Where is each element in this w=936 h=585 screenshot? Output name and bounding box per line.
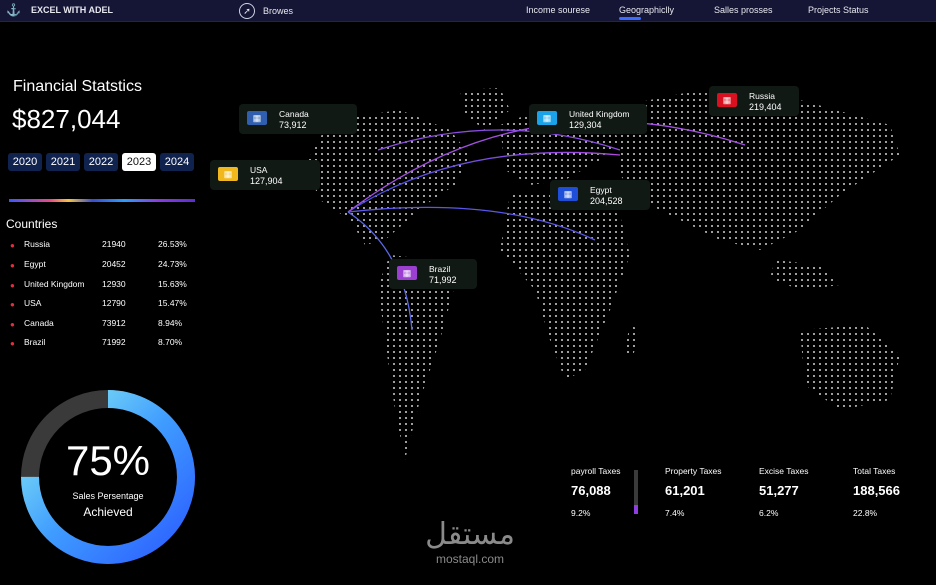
continent-africa — [500, 190, 630, 380]
tax-percent: 9.2% — [571, 508, 591, 518]
tax-label: payroll Taxes — [571, 466, 621, 476]
map-card-canada[interactable]: ▦ Canada 73,912 — [239, 104, 357, 134]
year-2020[interactable]: 2020 — [8, 153, 42, 171]
browse-button[interactable]: ➚ Browes — [239, 3, 293, 19]
bullet-icon: ● — [10, 320, 15, 329]
card-country: Brazil — [429, 264, 451, 274]
watermark-arabic: مستقل — [425, 517, 515, 552]
country-value: 71992 — [102, 337, 126, 347]
country-name: Egypt — [24, 259, 46, 269]
country-name: Canada — [24, 318, 54, 328]
building-icon: ▦ — [247, 111, 267, 125]
building-icon: ▦ — [558, 187, 578, 201]
country-name: Brazil — [24, 337, 46, 347]
map-card-brazil[interactable]: ▦ Brazil 71,992 — [389, 259, 477, 289]
card-value: 219,404 — [749, 102, 782, 112]
year-2021[interactable]: 2021 — [46, 153, 80, 171]
tax-value: 61,201 — [665, 483, 705, 498]
tax-percent: 6.2% — [759, 508, 779, 518]
tax-value: 188,566 — [853, 483, 900, 498]
anchor-icon: ⚓ — [6, 3, 21, 17]
country-name: United Kingdom — [24, 279, 85, 289]
card-country: Egypt — [590, 185, 612, 195]
tax-label: Property Taxes — [665, 466, 722, 476]
nav-geographically[interactable]: Geographiclly — [619, 5, 674, 20]
country-value: 20452 — [102, 259, 126, 269]
year-2023[interactable]: 2023 — [122, 153, 156, 171]
card-country: United Kingdom — [569, 109, 630, 119]
country-value: 73912 — [102, 318, 126, 328]
continent-se-asia — [770, 260, 840, 290]
card-country: USA — [250, 165, 268, 175]
tax-percent: 7.4% — [665, 508, 685, 518]
tax-total: Total Taxes 188,566 22.8% — [853, 466, 900, 518]
year-2022[interactable]: 2022 — [84, 153, 118, 171]
year-2024[interactable]: 2024 — [160, 153, 194, 171]
country-value: 12790 — [102, 298, 126, 308]
color-spectrum-bar — [9, 199, 195, 202]
tax-excise: Excise Taxes 51,277 6.2% — [759, 466, 808, 518]
world-map[interactable] — [200, 80, 936, 480]
payroll-progress-bar — [634, 470, 638, 514]
page-title: Financial Statstics — [13, 78, 142, 95]
nav-sales-process[interactable]: Salles prosses — [714, 5, 773, 15]
brand-label: EXCEL WITH ADEL — [30, 5, 113, 15]
bullet-icon: ● — [10, 339, 15, 348]
tax-percent: 22.8% — [853, 508, 878, 518]
continent-australia — [800, 325, 900, 410]
tax-label: Total Taxes — [853, 466, 896, 476]
building-icon: ▦ — [717, 93, 737, 107]
card-value: 71,992 — [429, 275, 457, 285]
total-amount: $827,044 — [12, 104, 121, 134]
country-percent: 15.63% — [158, 279, 187, 289]
bullet-icon: ● — [10, 281, 15, 290]
map-card-russia[interactable]: ▦ Russia 219,404 — [709, 86, 799, 116]
country-percent: 26.53% — [158, 239, 187, 249]
building-icon: ▦ — [218, 167, 238, 181]
nav-projects-status[interactable]: Projects Status — [808, 5, 869, 15]
building-icon: ▦ — [537, 111, 557, 125]
country-percent: 24.73% — [158, 259, 187, 269]
tax-value: 76,088 — [571, 483, 611, 498]
tax-property: Property Taxes 61,201 7.4% — [665, 466, 722, 518]
map-card-egypt[interactable]: ▦ Egypt 204,528 — [550, 180, 650, 210]
tax-payroll: payroll Taxes 76,088 9.2% — [571, 466, 620, 518]
country-value: 12930 — [102, 279, 126, 289]
country-value: 21940 — [102, 239, 126, 249]
nav-income-source[interactable]: Income sourese — [526, 5, 590, 15]
card-value: 73,912 — [279, 120, 307, 130]
card-value: 127,904 — [250, 176, 283, 186]
card-value: 204,528 — [590, 196, 623, 206]
gauge-label: Sales Persentage — [72, 491, 144, 501]
browse-label: Browes — [263, 6, 294, 16]
top-bar: ⚓ EXCEL WITH ADEL ➚ Browes Income soures… — [0, 0, 936, 22]
country-percent: 8.70% — [158, 337, 183, 347]
building-icon: ▦ — [397, 266, 417, 280]
watermark-latin: mostaql.com — [435, 552, 505, 566]
country-name: Russia — [24, 239, 50, 249]
map-card-uk[interactable]: ▦ United Kingdom 129,304 — [529, 104, 647, 134]
brand[interactable]: ⚓ EXCEL WITH ADEL — [6, 3, 113, 17]
tax-value: 51,277 — [759, 483, 799, 498]
bullet-icon: ● — [10, 300, 15, 309]
card-country: Russia — [749, 91, 775, 101]
countries-title: Countries — [6, 217, 58, 231]
continent-madagascar — [624, 325, 640, 360]
map-card-usa[interactable]: ▦ USA 127,904 — [210, 160, 320, 190]
continent-greenland — [460, 88, 510, 130]
country-percent: 8.94% — [158, 318, 183, 328]
gauge-sublabel: Achieved — [83, 505, 133, 519]
country-percent: 15.47% — [158, 298, 187, 308]
bullet-icon: ● — [10, 241, 15, 250]
bullet-icon: ● — [10, 261, 15, 270]
payroll-progress-fill — [634, 505, 638, 514]
country-name: USA — [24, 298, 42, 308]
card-country: Canada — [279, 109, 309, 119]
tax-label: Excise Taxes — [759, 466, 809, 476]
compass-icon: ➚ — [239, 3, 255, 19]
year-selector: 2020 2021 2022 2023 2024 — [8, 153, 194, 171]
gauge-percent: 75% — [65, 437, 151, 484]
watermark-logo: مستقل mostaql.com — [405, 517, 535, 567]
card-value: 129,304 — [569, 120, 602, 130]
